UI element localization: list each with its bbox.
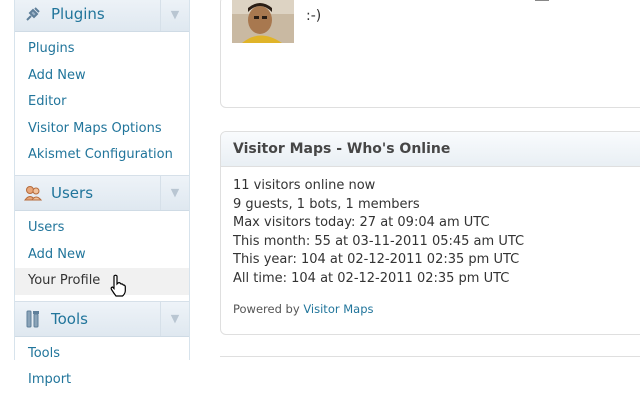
sidebar-item-add-new-plugin[interactable]: Add New — [15, 63, 189, 90]
avatar — [232, 0, 294, 43]
stat-all-time: All time: 104 at 02-12-2011 02:35 pm UTC — [233, 270, 510, 286]
stat-max-today: Max visitors today: 27 at 09:04 am UTC — [233, 215, 490, 230]
users-icon — [21, 181, 45, 205]
sidebar-item-your-profile[interactable]: Your Profile — [15, 268, 189, 297]
stat-this-month: This month: 55 at 03-11-2011 05:45 am UT… — [233, 233, 525, 249]
sidebar-item-plugins[interactable]: Plugins — [15, 36, 189, 63]
powered-by: Powered by Visitor Maps — [233, 302, 640, 316]
chevron-down-icon[interactable]: ▼ — [160, 175, 189, 210]
menu-head-plugins[interactable]: Plugins ▼ — [15, 0, 189, 32]
chevron-down-icon[interactable]: ▼ — [160, 301, 189, 336]
menu-title-users: Users — [51, 183, 94, 202]
sidebar-item-tools[interactable]: Tools — [15, 341, 189, 368]
visitor-maps-link[interactable]: Visitor Maps — [303, 302, 373, 316]
menu-head-users[interactable]: Users ▼ — [15, 174, 189, 211]
stat-breakdown: 9 guests, 1 bots, 1 members — [233, 196, 420, 212]
sidebar-item-add-new-user[interactable]: Add New — [15, 242, 189, 269]
menu-head-tools[interactable]: Tools ▼ — [15, 300, 189, 337]
comment-text: :-) — [306, 8, 322, 24]
sidebar-item-users[interactable]: Users — [15, 215, 189, 242]
submenu-plugins: Plugins Add New Editor Visitor Maps Opti… — [15, 32, 189, 175]
plug-icon — [21, 2, 45, 26]
chevron-down-icon[interactable]: ▼ — [160, 0, 189, 31]
sidebar-item-editor[interactable]: Editor — [15, 89, 189, 116]
submenu-tools: Tools Import — [15, 336, 189, 400]
widget-body: 11 visitors online now 9 guests, 1 bots,… — [221, 167, 640, 316]
sidebar-item-import[interactable]: Import — [15, 367, 189, 394]
tools-icon — [21, 307, 45, 331]
sidebar-item-label: Your Profile — [28, 273, 101, 289]
stat-this-year: This year: 104 at 02-12-2011 02:35 pm UT… — [233, 252, 520, 267]
admin-sidebar: Plugins ▼ Plugins Add New Editor Visitor… — [14, 0, 190, 400]
stat-online-now: 11 visitors online now — [233, 178, 376, 193]
divider — [535, 0, 549, 1]
whos-online-widget: Visitor Maps - Who's Online 11 visitors … — [220, 131, 640, 335]
divider — [220, 356, 640, 357]
submenu-users: Users Add New Your Profile — [15, 210, 189, 301]
menu-title-plugins: Plugins — [51, 5, 105, 23]
sidebar-item-akismet-configuration[interactable]: Akismet Configuration — [15, 142, 189, 169]
powered-by-prefix: Powered by — [233, 302, 300, 316]
widget-title[interactable]: Visitor Maps - Who's Online — [221, 132, 640, 167]
sidebar-item-visitor-maps-options[interactable]: Visitor Maps Options — [15, 116, 189, 143]
menu-title-tools: Tools — [51, 309, 88, 328]
